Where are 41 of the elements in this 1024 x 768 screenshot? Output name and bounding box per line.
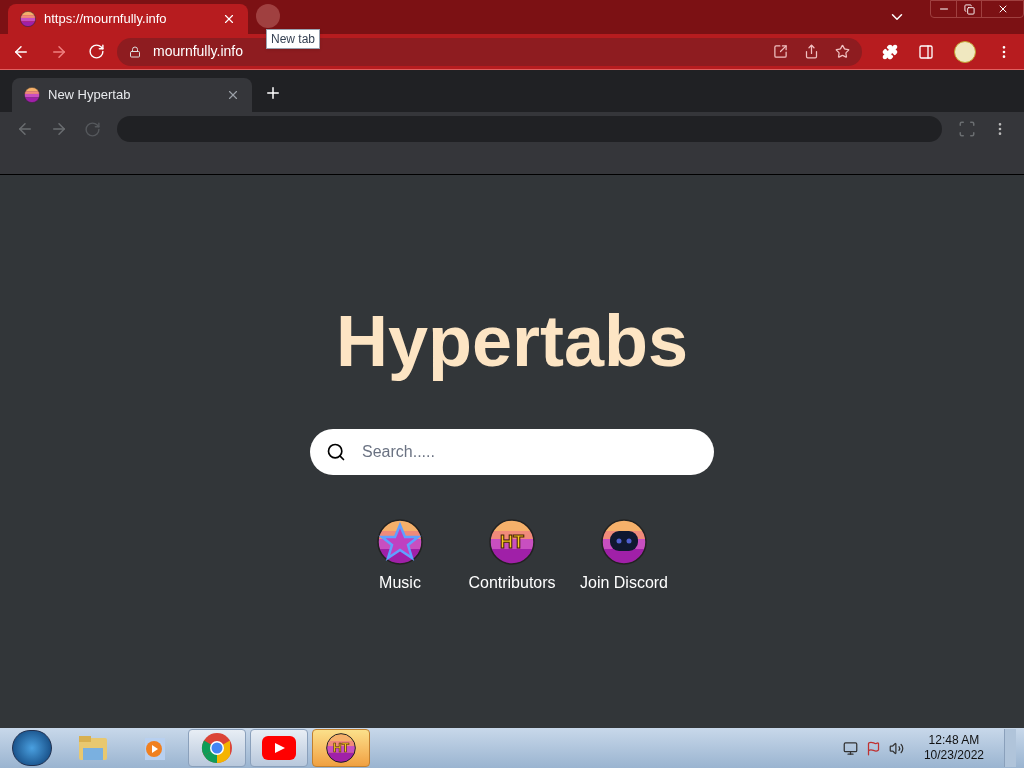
bookmark-star-icon[interactable] — [835, 44, 850, 59]
restore-icon — [963, 3, 975, 15]
folder-icon — [77, 734, 109, 762]
shortcut-label: Music — [379, 573, 421, 593]
side-panel-icon[interactable] — [918, 43, 934, 60]
close-icon[interactable] — [222, 12, 236, 26]
browser-tab[interactable]: https://mournfully.info — [8, 4, 248, 34]
taskbar-app[interactable] — [188, 729, 246, 767]
volume-icon[interactable] — [888, 740, 904, 756]
shortcut-label: Contributors — [468, 573, 556, 593]
tab-title: New Hypertab — [48, 86, 132, 105]
browser-tab[interactable]: New Hypertab — [12, 78, 252, 112]
extensions-icon[interactable] — [882, 43, 898, 60]
shortcut-label: Join Discord — [580, 573, 668, 593]
lock-icon — [129, 45, 141, 58]
search-icon — [326, 442, 346, 462]
new-tab-icon[interactable] — [264, 84, 282, 102]
open-external-icon[interactable] — [773, 44, 788, 59]
address-text: mournfully.info — [153, 42, 243, 61]
controller-icon — [601, 519, 647, 565]
search-field[interactable]: Search..... — [310, 429, 714, 475]
logo-icon: HT — [326, 733, 356, 763]
start-button[interactable] — [12, 730, 52, 766]
shortcut-link[interactable]: HT Contributors — [469, 519, 555, 595]
network-icon[interactable] — [842, 740, 858, 756]
clock-date: 10/23/2022 — [923, 748, 984, 763]
logo-icon: HT — [489, 519, 535, 565]
taskbar-app[interactable] — [250, 729, 308, 767]
favicon — [20, 11, 36, 27]
shortcut-link[interactable]: Music — [357, 519, 443, 595]
chrome-icon — [201, 732, 233, 764]
clock-time: 12:48 AM — [928, 733, 980, 748]
tab-title: https://mournfully.info — [44, 10, 168, 29]
shortcut-link[interactable]: Join Discord — [581, 519, 667, 595]
favicon — [24, 87, 40, 103]
share-icon[interactable] — [804, 44, 819, 59]
close-icon[interactable] — [226, 88, 240, 102]
play-video-icon — [262, 736, 296, 760]
tooltip: New tab — [266, 29, 321, 49]
profile-avatar[interactable] — [954, 40, 976, 63]
flag-icon[interactable] — [865, 740, 881, 756]
